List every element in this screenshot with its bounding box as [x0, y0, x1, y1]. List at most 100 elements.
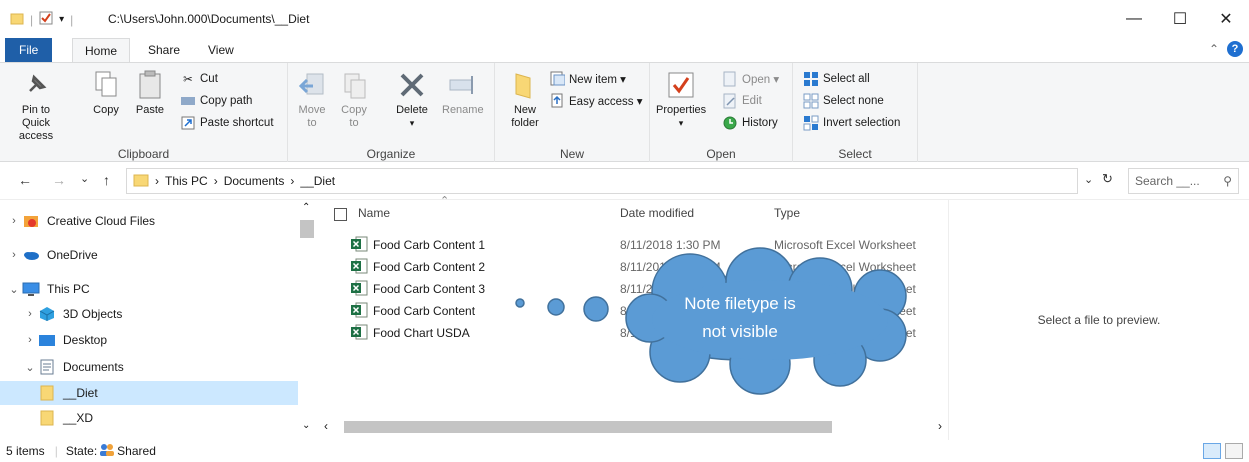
select-none-icon	[803, 93, 819, 109]
select-all-checkbox[interactable]	[334, 208, 347, 221]
select-all-button[interactable]: Select all	[803, 71, 870, 87]
open-file-icon	[722, 71, 738, 87]
minimize-button[interactable]: —	[1111, 0, 1157, 38]
shared-users-icon	[99, 443, 115, 460]
select-none-button[interactable]: Select none	[803, 93, 884, 109]
easy-access-button[interactable]: Easy access ▾	[549, 93, 643, 109]
clipboard-group: Pin to Quick access Copy Paste ✂ Cut Cop…	[0, 63, 288, 163]
recent-locations-chevron-icon[interactable]: ⌄	[80, 172, 89, 185]
delete-x-icon	[396, 69, 428, 101]
column-header-type[interactable]: Type	[774, 206, 800, 220]
quick-access-dropdown-icon[interactable]: ▾	[59, 14, 64, 25]
scrollbar-thumb[interactable]	[344, 421, 832, 433]
collapse-chevron-icon[interactable]: ⌄	[22, 361, 38, 374]
edit-button[interactable]: Edit	[722, 93, 762, 109]
nav-pane-scrollbar[interactable]: ⌃ ⌄	[298, 200, 316, 440]
nav-item-documents[interactable]: ⌄ Documents	[0, 355, 298, 379]
tab-view[interactable]: View	[196, 38, 246, 62]
file-row[interactable]: Food Chart USDA	[350, 322, 470, 344]
column-header-name[interactable]: Name	[358, 206, 390, 220]
desktop-icon	[38, 332, 56, 348]
paste-button[interactable]: Paste	[134, 69, 166, 117]
select-all-icon	[803, 71, 819, 87]
scroll-left-icon[interactable]: ‹	[324, 419, 328, 433]
file-date: 8/11/2018 2:55 PM	[620, 260, 721, 274]
search-icon: ⚲	[1223, 174, 1232, 188]
nav-item-diet[interactable]: __Diet	[0, 381, 298, 405]
tab-home[interactable]: Home	[72, 38, 131, 62]
copy-to-button[interactable]: Copy to	[338, 69, 370, 130]
new-folder-button[interactable]: New folder	[505, 69, 545, 130]
rename-button[interactable]: Rename	[442, 69, 484, 117]
nav-item-this-pc[interactable]: ⌄ This PC	[0, 277, 298, 301]
pin-to-quick-access-button[interactable]: Pin to Quick access	[4, 69, 68, 143]
expand-chevron-icon[interactable]: ›	[6, 215, 22, 227]
expand-chevron-icon[interactable]: ›	[6, 249, 22, 261]
documents-icon	[38, 359, 56, 375]
nav-item-3d-objects[interactable]: › 3D Objects	[0, 302, 298, 326]
file-row[interactable]: Food Carb Content 2	[350, 256, 485, 278]
invert-selection-button[interactable]: Invert selection	[803, 115, 900, 131]
file-name: Food Carb Content 1	[373, 238, 486, 252]
breadcrumb-this-pc[interactable]: This PC	[165, 174, 208, 188]
paste-shortcut-button[interactable]: Paste shortcut	[180, 115, 274, 131]
tab-share[interactable]: Share	[136, 38, 192, 62]
pc-icon	[22, 281, 40, 297]
properties-checkmark-icon[interactable]	[39, 11, 53, 28]
open-button[interactable]: Open ▾	[722, 71, 779, 87]
tab-file[interactable]: File	[5, 38, 53, 62]
scroll-right-icon[interactable]: ›	[938, 419, 942, 433]
onedrive-icon	[22, 247, 40, 263]
up-arrow-icon[interactable]: ↑	[103, 172, 110, 188]
copy-path-button[interactable]: Copy path	[180, 93, 252, 109]
scrollbar-thumb[interactable]	[300, 220, 314, 238]
move-to-button[interactable]: Move to	[296, 69, 328, 130]
select-group: Select all Select none Invert selection …	[793, 63, 918, 163]
title-bar: | ▾ | C:\Users\John.000\Documents\__Diet…	[0, 0, 1249, 38]
close-button[interactable]: ✕	[1203, 0, 1249, 38]
collapse-ribbon-icon[interactable]: ⌃	[1209, 42, 1219, 56]
scroll-up-icon[interactable]: ⌃	[302, 202, 310, 213]
new-item-button[interactable]: New item ▾	[549, 71, 626, 87]
maximize-button[interactable]: ☐	[1157, 0, 1203, 38]
forward-arrow-icon[interactable]: →	[52, 172, 66, 188]
nav-item-desktop[interactable]: › Desktop	[0, 328, 298, 352]
file-list-horizontal-scrollbar[interactable]: ‹ ›	[320, 418, 948, 436]
3d-objects-icon	[38, 306, 56, 322]
delete-dropdown-icon[interactable]: ▾	[410, 117, 415, 130]
help-icon[interactable]: ?	[1227, 41, 1243, 57]
details-view-icon[interactable]	[1203, 443, 1221, 459]
address-bar[interactable]: › This PC › Documents › __Diet	[126, 168, 1078, 194]
column-header-date-modified[interactable]: Date modified	[620, 206, 694, 220]
cut-button[interactable]: ✂ Cut	[180, 71, 218, 87]
file-row[interactable]: Food Carb Content 1	[350, 234, 485, 256]
nav-item-xd[interactable]: __XD	[0, 406, 298, 430]
address-dropdown-icon[interactable]: ⌄	[1084, 173, 1093, 186]
new-group-label: New	[559, 147, 584, 161]
breadcrumb-documents[interactable]: Documents	[224, 174, 285, 188]
large-icons-view-icon[interactable]	[1225, 443, 1243, 459]
breadcrumb-diet[interactable]: __Diet	[300, 174, 335, 188]
rename-icon	[447, 69, 479, 101]
delete-button[interactable]: Delete ▾	[396, 69, 428, 130]
back-arrow-icon[interactable]: ←	[18, 172, 32, 188]
properties-dropdown-icon[interactable]: ▾	[679, 117, 684, 130]
state-label: State:	[65, 444, 98, 458]
collapse-chevron-icon[interactable]: ⌄	[6, 283, 22, 296]
nav-item-creative-cloud[interactable]: › Creative Cloud Files	[0, 209, 298, 233]
file-row[interactable]: Food Carb Content 3	[350, 278, 485, 300]
expand-chevron-icon[interactable]: ›	[22, 308, 38, 320]
excel-file-icon	[350, 324, 368, 343]
expand-chevron-icon[interactable]: ›	[22, 334, 38, 346]
copy-button[interactable]: Copy	[90, 69, 122, 117]
properties-button[interactable]: Properties ▾	[656, 69, 706, 130]
file-row[interactable]: Food Carb Content	[350, 300, 475, 322]
search-input[interactable]: Search __... ⚲	[1128, 168, 1239, 194]
refresh-icon[interactable]: ↻	[1102, 171, 1113, 187]
nav-item-onedrive[interactable]: › OneDrive	[0, 243, 298, 267]
history-button[interactable]: History	[722, 115, 778, 131]
new-group: New folder New item ▾ Easy access ▾ New	[495, 63, 650, 163]
select-group-label: Select	[838, 147, 872, 161]
pin-icon	[20, 69, 52, 101]
scroll-down-icon[interactable]: ⌄	[302, 420, 310, 431]
